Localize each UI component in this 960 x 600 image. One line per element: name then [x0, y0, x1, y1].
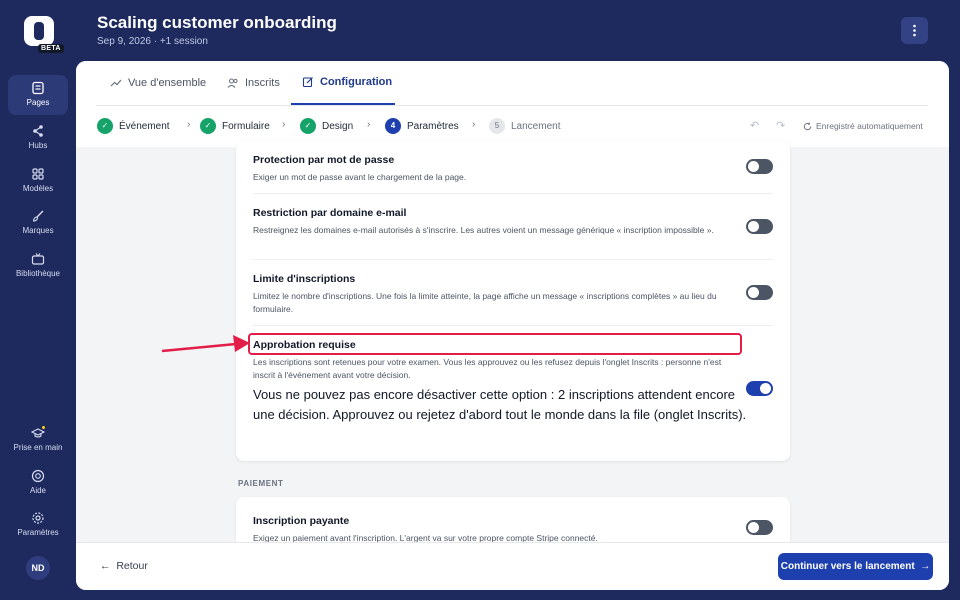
chevron-right-icon: › — [367, 119, 371, 130]
grid-icon — [32, 168, 44, 180]
sidebar-item-label: Aide — [29, 486, 46, 495]
back-label: Retour — [116, 560, 148, 572]
setting-description: Restreignez les domaines e-mail autorisé… — [253, 225, 714, 235]
chevron-right-icon: › — [282, 119, 286, 130]
step-label: Événement — [119, 120, 170, 132]
highlight-box — [248, 333, 742, 355]
undo-icon[interactable]: ↶ — [750, 119, 759, 132]
setting-email-domain: Restriction par domaine e-mail Restreign… — [253, 207, 773, 237]
sidebar-item-label: Pages — [26, 98, 50, 107]
autosave-text: Enregistré automatiquement — [816, 121, 923, 131]
divider — [253, 193, 773, 194]
autosave-status: Enregistré automatiquement — [803, 121, 923, 131]
page-subtitle: Sep 9, 2026 · +1 session — [97, 36, 208, 47]
step-number: 5 — [489, 118, 505, 134]
check-icon: ✓ — [200, 118, 216, 134]
setting-description: Les inscriptions sont retenues pour votr… — [253, 357, 722, 380]
sidebar-item-parametres[interactable]: Paramètres — [8, 505, 68, 545]
setting-registration-limit: Limite d'inscriptions Limitez le nombre … — [253, 273, 773, 316]
sidebar-item-label: Marques — [22, 226, 54, 235]
users-icon — [227, 78, 238, 88]
sidebar: BETA Pages Hubs Modèles Marques Biblioth… — [0, 0, 76, 600]
sidebar-item-hubs[interactable]: Hubs — [8, 118, 68, 158]
pages-icon — [32, 81, 44, 95]
sidebar-item-label: Prise en main — [13, 443, 63, 452]
share-icon — [33, 125, 43, 137]
arrow-right-icon: → — [920, 561, 931, 572]
refresh-icon — [803, 121, 812, 130]
paid-registration-toggle[interactable] — [746, 520, 773, 535]
tv-icon — [31, 253, 45, 265]
tab-divider — [96, 105, 928, 106]
continue-button[interactable]: Continuer vers le lancement → — [778, 553, 933, 580]
chevron-right-icon: › — [187, 119, 191, 130]
step-label: Paramètres — [407, 120, 459, 132]
help-icon — [31, 469, 45, 483]
tab-label: Vue d'ensemble — [128, 77, 207, 89]
tab-configuration[interactable]: Configuration — [291, 61, 395, 105]
approval-warning-text: Vous ne pouvez pas encore désactiver cet… — [253, 387, 747, 422]
settings-panel: Protection par mot de passe Exiger un mo… — [236, 141, 790, 461]
trending-up-icon — [110, 79, 122, 87]
password-toggle[interactable] — [746, 159, 773, 174]
more-options-button[interactable] — [901, 17, 928, 44]
continue-label: Continuer vers le lancement — [780, 561, 915, 572]
check-icon: ✓ — [97, 118, 113, 134]
page-title: Scaling customer onboarding — [97, 13, 337, 32]
sidebar-item-label: Modèles — [22, 184, 54, 193]
chevron-right-icon: › — [472, 119, 476, 130]
setting-description: Limitez le nombre d'inscriptions. Une fo… — [253, 291, 717, 314]
sidebar-item-prise-en-main[interactable]: Prise en main — [8, 420, 68, 460]
registration-limit-toggle[interactable] — [746, 285, 773, 300]
graduation-cap-icon — [31, 426, 45, 438]
setting-description: Exiger un mot de passe avant le chargeme… — [253, 172, 467, 182]
beta-badge: BETA — [38, 44, 64, 53]
setting-paid-registration: Inscription payante Exigez un paiement a… — [253, 515, 773, 545]
setting-title: Restriction par domaine e-mail — [253, 207, 407, 219]
avatar[interactable]: ND — [26, 556, 50, 580]
step-number: 4 — [385, 118, 401, 134]
tab-vue-ensemble[interactable]: Vue d'ensemble — [110, 61, 206, 105]
step-evenement[interactable]: ✓ Événement — [97, 117, 170, 135]
sidebar-item-aide[interactable]: Aide — [8, 463, 68, 503]
sidebar-item-bibliotheque[interactable]: Bibliothèque — [8, 246, 68, 286]
edit-icon — [302, 77, 313, 88]
tab-label: Configuration — [320, 76, 393, 88]
sidebar-item-label: Hubs — [28, 141, 48, 150]
setting-title: Protection par mot de passe — [253, 154, 395, 166]
app-logo[interactable] — [24, 16, 54, 46]
setting-password: Protection par mot de passe Exiger un mo… — [253, 154, 773, 184]
check-icon: ✓ — [300, 118, 316, 134]
sidebar-item-label: Bibliothèque — [15, 269, 61, 278]
back-button[interactable]: ← Retour — [100, 560, 148, 572]
tab-inscrits[interactable]: Inscrits — [227, 61, 280, 105]
email-domain-toggle[interactable] — [746, 219, 773, 234]
step-label: Design — [322, 120, 354, 132]
section-label-payment: PAIEMENT — [238, 479, 284, 488]
brush-icon — [32, 210, 44, 222]
approval-toggle[interactable] — [746, 381, 773, 396]
step-formulaire[interactable]: ✓ Formulaire — [200, 117, 270, 135]
sidebar-item-pages[interactable]: Pages — [8, 75, 68, 115]
step-design[interactable]: ✓ Design — [300, 117, 353, 135]
sidebar-item-marques[interactable]: Marques — [8, 203, 68, 243]
card-header: Vue d'ensemble Inscrits Configuration ✓ … — [76, 61, 949, 147]
step-label: Formulaire — [222, 120, 270, 132]
sidebar-item-modeles[interactable]: Modèles — [8, 161, 68, 201]
divider — [253, 259, 773, 260]
redo-icon[interactable]: ↷ — [776, 119, 785, 132]
main-card: Vue d'ensemble Inscrits Configuration ✓ … — [76, 61, 949, 590]
step-lancement[interactable]: 5 Lancement — [489, 117, 560, 135]
setting-title: Inscription payante — [253, 515, 350, 527]
sidebar-item-label: Paramètres — [17, 528, 59, 537]
setting-title: Limite d'inscriptions — [253, 273, 356, 285]
divider — [253, 325, 773, 326]
step-parametres[interactable]: 4 Paramètres — [385, 117, 459, 135]
footer-bar: ← Retour Continuer vers le lancement → — [76, 542, 949, 590]
step-label: Lancement — [511, 120, 561, 132]
arrow-left-icon: ← — [100, 560, 111, 572]
more-vertical-icon — [913, 24, 916, 37]
tab-label: Inscrits — [245, 77, 280, 89]
gear-icon — [32, 512, 44, 524]
